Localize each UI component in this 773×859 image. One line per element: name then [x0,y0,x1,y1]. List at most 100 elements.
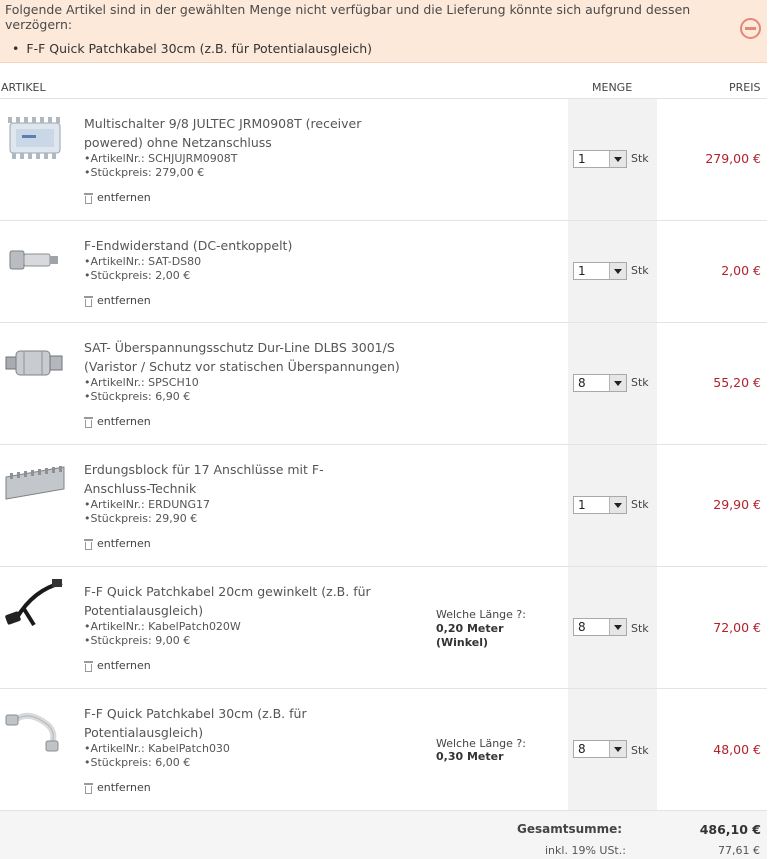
availability-warning: Folgende Artikel sind in der gewählten M… [0,0,767,63]
warning-text: Folgende Artikel sind in der gewählten M… [5,2,691,32]
chevron-down-icon[interactable] [609,375,626,391]
product-meta: ArtikelNr.: SAT-DS80 Stückpreis: 2,00 € [84,255,202,283]
remove-label: entfernen [97,537,151,550]
line-price: 72,00 € [713,620,761,635]
quantity-select[interactable]: 8 [573,374,627,392]
line-price: 55,20 € [713,375,761,390]
remove-label: entfernen [97,294,151,307]
product-name[interactable]: F-F Quick Patchkabel 20cm gewinkelt (z.B… [84,582,384,620]
unit-price: Stückpreis: 279,00 € [84,166,237,180]
product-name[interactable]: Multischalter 9/8 JULTEC JRM0908T (recei… [84,114,384,152]
article-number: ArtikelNr.: SPSCH10 [84,376,199,390]
unit-price: Stückpreis: 9,00 € [84,634,241,648]
quantity-value: 1 [578,498,586,512]
warning-list: F-F Quick Patchkabel 30cm (z.B. für Pote… [12,41,372,56]
white-cable-image [5,712,59,752]
chevron-down-icon[interactable] [609,497,626,513]
quantity-value: 1 [578,152,586,166]
unit-price: Stückpreis: 29,90 € [84,512,210,526]
dismiss-warning-icon[interactable] [740,18,761,39]
tax-label: inkl. 19% USt.: [545,844,626,857]
line-price: 279,00 € [705,151,761,166]
unit-label: Stk [631,622,649,635]
unit-label: Stk [631,264,649,277]
remove-button[interactable]: entfernen [84,781,151,794]
quantity-select[interactable]: 1 [573,496,627,514]
option-value: 0,30 Meter [436,750,504,764]
black-cable-image [5,579,63,627]
trash-icon [84,192,93,204]
cart-row: F-F Quick Patchkabel 30cm (z.B. für Pote… [0,689,767,811]
remove-button[interactable]: entfernen [84,659,151,672]
product-meta: ArtikelNr.: KabelPatch020W Stückpreis: 9… [84,620,241,648]
option-label: Welche Länge ?: [436,608,526,621]
trash-icon [84,782,93,794]
remove-label: entfernen [97,415,151,428]
remove-label: entfernen [97,191,151,204]
option-value: 0,20 Meter (Winkel) [436,622,504,650]
quantity-select[interactable]: 8 [573,740,627,758]
option-value-line: (Winkel) [436,636,489,649]
chevron-down-icon[interactable] [609,151,626,167]
unit-label: Stk [631,744,649,757]
option-label: Welche Länge ?: [436,737,526,750]
trash-icon [84,538,93,550]
unit-label: Stk [631,152,649,165]
product-name[interactable]: F-F Quick Patchkabel 30cm (z.B. für Pote… [84,704,384,742]
header-preis: PREIS [729,81,761,94]
trash-icon [84,295,93,307]
header-artikel: ARTIKEL [1,81,46,94]
remove-button[interactable]: entfernen [84,294,151,307]
remove-label: entfernen [97,659,151,672]
remove-label: entfernen [97,781,151,794]
warning-list-item: F-F Quick Patchkabel 30cm (z.B. für Pote… [12,41,372,56]
product-name[interactable]: Erdungsblock für 17 Anschlüsse mit F-Ans… [84,460,384,498]
line-price: 2,00 € [721,263,761,278]
terminator-image [9,250,58,270]
quantity-value: 8 [578,742,586,756]
multiswitch-image [8,117,61,159]
cart-totals: Gesamtsumme: 486,10 € inkl. 19% USt.: 77… [0,811,767,859]
remove-button[interactable]: entfernen [84,537,151,550]
unit-label: Stk [631,498,649,511]
chevron-down-icon[interactable] [609,741,626,757]
article-number: ArtikelNr.: KabelPatch020W [84,620,241,634]
tax-value: 77,61 € [718,844,760,857]
line-price: 48,00 € [713,742,761,757]
quantity-value: 8 [578,376,586,390]
unit-price: Stückpreis: 2,00 € [84,269,201,283]
product-name[interactable]: SAT- Überspannungsschutz Dur-Line DLBS 3… [84,338,424,376]
product-meta: ArtikelNr.: SPSCH10 Stückpreis: 6,90 € [84,376,199,404]
cart-row: Multischalter 9/8 JULTEC JRM0908T (recei… [0,99,767,221]
article-number: ArtikelNr.: SCHJUJRM0908T [84,152,238,166]
quantity-select[interactable]: 1 [573,150,627,168]
product-meta: ArtikelNr.: ERDUNG17 Stückpreis: 29,90 € [84,498,211,526]
quantity-select[interactable]: 8 [573,618,627,636]
option-value-line: 0,30 Meter [436,750,504,763]
header-menge: MENGE [592,81,633,94]
product-meta: ArtikelNr.: SCHJUJRM0908T Stückpreis: 27… [84,152,238,180]
cart-table-header: ARTIKEL MENGE PREIS [0,76,767,99]
grounding-block-image [5,466,65,500]
quantity-value: 1 [578,264,586,278]
cart-row: F-F Quick Patchkabel 20cm gewinkelt (z.B… [0,567,767,689]
remove-button[interactable]: entfernen [84,415,151,428]
option-value-line: 0,20 Meter [436,622,504,635]
product-meta: ArtikelNr.: KabelPatch030 Stückpreis: 6,… [84,742,230,770]
trash-icon [84,416,93,428]
remove-button[interactable]: entfernen [84,191,151,204]
total-label: Gesamtsumme: [517,822,623,836]
chevron-down-icon[interactable] [609,263,626,279]
cart-row: F-Endwiderstand (DC-entkoppelt) ArtikelN… [0,221,767,323]
cart-row: Erdungsblock für 17 Anschlüsse mit F-Ans… [0,445,767,567]
article-number: ArtikelNr.: ERDUNG17 [84,498,211,512]
article-number: ArtikelNr.: KabelPatch030 [84,742,230,756]
chevron-down-icon[interactable] [609,619,626,635]
unit-price: Stückpreis: 6,00 € [84,756,230,770]
quantity-select[interactable]: 1 [573,262,627,280]
line-price: 29,90 € [713,497,761,512]
trash-icon [84,660,93,672]
surge-protector-image [5,350,63,376]
product-name[interactable]: F-Endwiderstand (DC-entkoppelt) [84,236,384,255]
unit-price: Stückpreis: 6,90 € [84,390,199,404]
